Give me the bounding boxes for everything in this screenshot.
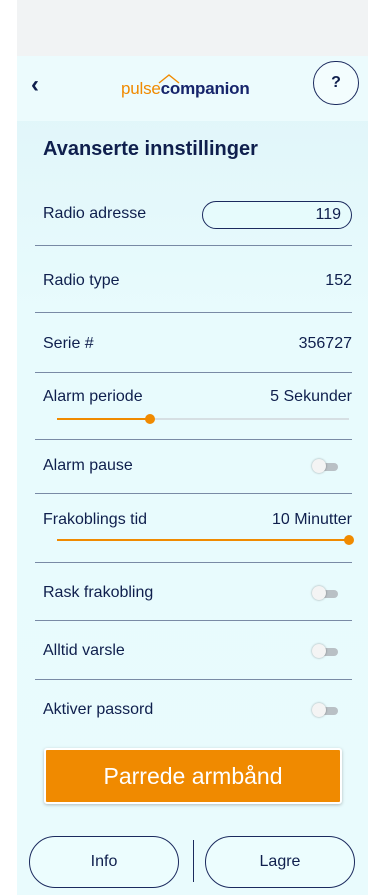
quick-disconnect-toggle[interactable] [312, 586, 338, 600]
app-logo: pulsecompanion [121, 74, 281, 102]
radio-address-label: Radio adresse [43, 205, 147, 222]
divider [35, 679, 352, 680]
always-notify-toggle[interactable] [312, 644, 338, 658]
button-separator [193, 840, 194, 882]
slider-thumb[interactable] [145, 414, 156, 424]
enable-password-toggle[interactable] [312, 703, 338, 717]
divider [35, 439, 352, 440]
radio-address-input[interactable]: 119 [202, 201, 352, 229]
toggle-knob [312, 459, 326, 473]
quick-disconnect-label: Rask frakobling [43, 584, 154, 601]
slider-fill [57, 418, 151, 420]
page-title: Avanserte innstillinger [43, 138, 258, 160]
serial-label: Serie # [43, 335, 94, 352]
radio-type-label: Radio type [43, 272, 120, 289]
toggle-knob [312, 703, 326, 717]
chevron-left-icon[interactable]: ‹ [31, 70, 55, 100]
help-button[interactable]: ? [313, 61, 359, 105]
slider-fill [57, 539, 349, 541]
radio-type-value: 152 [325, 272, 352, 289]
status-area [17, 0, 368, 56]
logo-pulse-text: pulse [121, 79, 161, 98]
paired-bracelets-button[interactable]: Parrede armbånd [44, 748, 342, 804]
disconnect-time-label: Frakoblings tid [43, 511, 148, 528]
enable-password-label: Aktiver passord [43, 701, 154, 718]
logo-peak-icon [158, 74, 180, 84]
save-button[interactable]: Lagre [205, 836, 355, 888]
alarm-period-label: Alarm periode [43, 388, 143, 405]
divider [35, 312, 352, 313]
alarm-pause-label: Alarm pause [43, 457, 133, 474]
divider [35, 493, 352, 494]
divider [35, 245, 352, 246]
toggle-knob [312, 586, 326, 600]
disconnect-time-value: 10 Minutter [271, 511, 352, 528]
always-notify-label: Alltid varsle [43, 642, 125, 659]
slider-thumb[interactable] [344, 535, 354, 545]
divider [35, 372, 352, 373]
divider [35, 620, 352, 621]
alarm-period-slider[interactable] [57, 412, 349, 426]
toggle-knob [312, 644, 326, 658]
disconnect-time-slider[interactable] [57, 533, 354, 547]
info-button[interactable]: Info [29, 836, 179, 888]
alarm-period-value: 5 Sekunder [270, 388, 352, 405]
serial-value: 356727 [298, 335, 352, 352]
alarm-pause-toggle[interactable] [312, 459, 338, 473]
screen: ‹ pulsecompanion ? Avanserte innstilling… [17, 0, 368, 895]
divider [35, 562, 352, 563]
